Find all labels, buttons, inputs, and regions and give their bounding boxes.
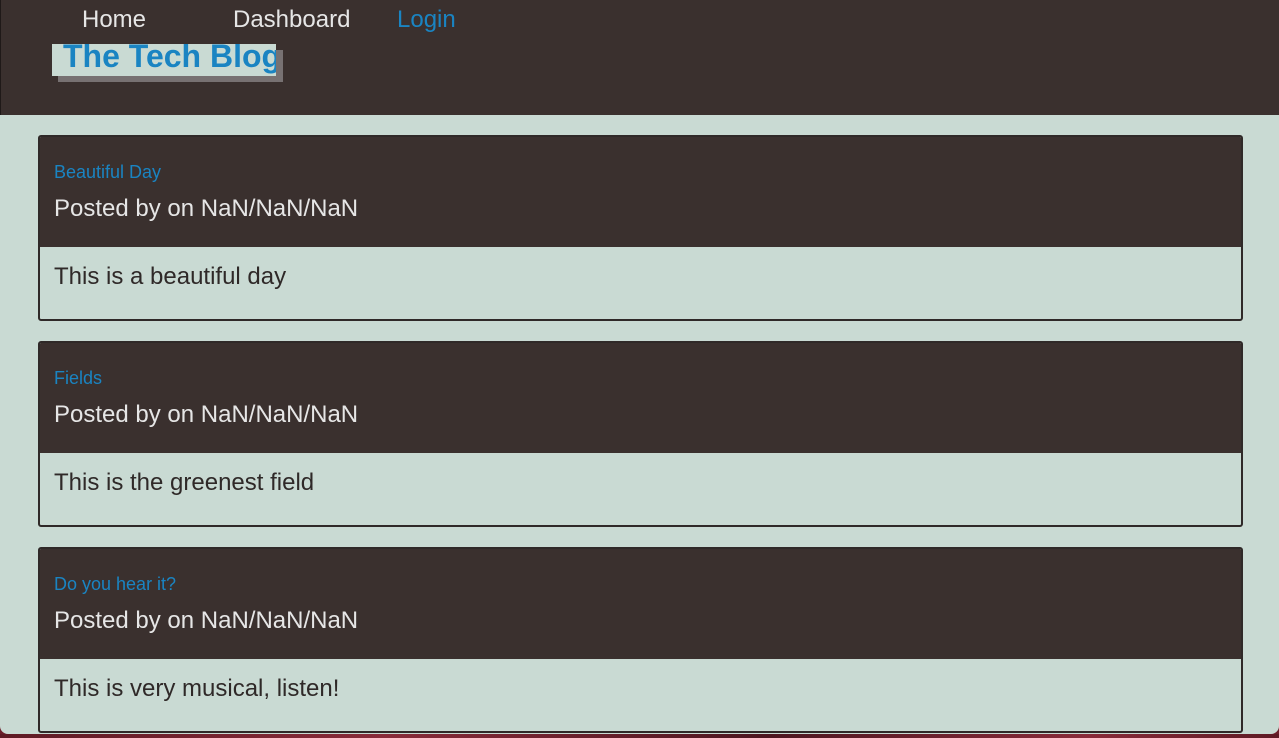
post-content: This is a beautiful day [54,263,287,290]
nav-login-link[interactable]: Login [397,6,456,34]
post-card: Beautiful Day Posted by on NaN/NaN/NaN T… [38,135,1243,321]
browser-viewport: Home Dashboard Login The Tech Blog Beaut… [0,0,1279,734]
post-title-link[interactable]: Do you hear it? [54,573,176,595]
post-meta: Posted by on NaN/NaN/NaN [54,607,359,634]
site-logo-box: The Tech Blog [52,44,276,76]
post-title-link[interactable]: Fields [54,367,102,389]
nav-dashboard-link[interactable]: Dashboard [233,6,350,34]
site-header: Home Dashboard Login The Tech Blog [0,0,1279,115]
post-header: Beautiful Day Posted by on NaN/NaN/NaN [40,137,1241,247]
post-content: This is the greenest field [54,469,315,496]
post-content: This is very musical, listen! [54,675,340,702]
site-title: The Tech Blog [63,44,276,74]
post-header: Do you hear it? Posted by on NaN/NaN/NaN [40,549,1241,659]
post-body: This is very musical, listen! [40,659,1241,730]
post-meta: Posted by on NaN/NaN/NaN [54,195,359,222]
post-body: This is the greenest field [40,453,1241,524]
post-card: Fields Posted by on NaN/NaN/NaN This is … [38,341,1243,527]
post-body: This is a beautiful day [40,247,1241,318]
post-card: Do you hear it? Posted by on NaN/NaN/NaN… [38,547,1243,733]
top-nav: Home Dashboard Login [1,0,601,40]
post-title-link[interactable]: Beautiful Day [54,161,161,183]
desktop-background-strip [0,734,1279,738]
post-meta: Posted by on NaN/NaN/NaN [54,401,359,428]
post-header: Fields Posted by on NaN/NaN/NaN [40,343,1241,453]
nav-home-link[interactable]: Home [82,6,146,34]
site-logo: The Tech Blog [52,44,283,82]
